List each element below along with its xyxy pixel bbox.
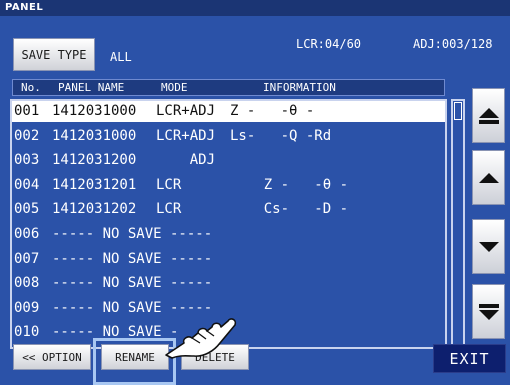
table-row[interactable]: 001 1412031000 LCR+ADJ Z - -θ - — [12, 101, 445, 122]
save-type-value: ALL — [110, 50, 132, 64]
row-mode: LCR — [156, 201, 182, 218]
col-information: INFORMATION — [263, 81, 336, 94]
row-mode: LCR — [156, 176, 182, 193]
exit-button[interactable]: EXIT — [433, 344, 506, 373]
row-no: 002 — [14, 127, 40, 144]
option-button[interactable]: << OPTION — [13, 344, 91, 370]
row-panel-name: ----- NO SAVE ----- — [52, 275, 213, 292]
row-panel-name: 1412031000 — [52, 127, 137, 144]
down-arrow-icon — [478, 241, 499, 252]
col-no: No. — [21, 81, 41, 94]
up-button[interactable] — [472, 150, 505, 205]
page-up-button[interactable] — [472, 88, 505, 143]
row-information: Z - -θ - — [230, 103, 315, 119]
col-panel-name: PANEL NAME — [58, 81, 125, 94]
save-type-button[interactable]: SAVE TYPE — [13, 38, 95, 71]
row-no: 009 — [14, 299, 40, 316]
row-no: 008 — [14, 275, 40, 292]
col-mode: MODE — [161, 81, 188, 94]
table-row[interactable]: 005 1412031202 LCR Cs- -D - — [12, 199, 445, 220]
row-panel-name: 1412031000 — [52, 103, 137, 119]
window-title: PANEL — [0, 0, 510, 16]
row-panel-name: ----- NO SAVE ----- — [52, 250, 213, 267]
column-header: No. PANEL NAME MODE INFORMATION — [12, 79, 445, 96]
double-down-arrow-icon — [478, 303, 499, 320]
panel-screen: SAVE TYPE ALL LCR:04/60 ADJ:003/128 No. … — [0, 16, 510, 385]
pointing-hand-icon — [165, 318, 237, 359]
table-row[interactable]: 004 1412031201 LCR Z - -θ - — [12, 175, 445, 196]
row-panel-name: 1412031200 — [52, 152, 137, 169]
row-information: Ls- -Q -Rd — [230, 127, 332, 144]
row-no: 001 — [14, 103, 40, 119]
row-panel-name: 1412031201 — [52, 176, 137, 193]
scrollbar[interactable] — [451, 99, 465, 349]
row-no: 003 — [14, 152, 40, 169]
row-no: 006 — [14, 226, 40, 242]
table-row[interactable]: 007 ----- NO SAVE ----- — [12, 249, 445, 270]
scroll-thumb[interactable] — [454, 102, 462, 120]
table-row[interactable]: 002 1412031000 LCR+ADJ Ls- -Q -Rd — [12, 126, 445, 147]
row-information: Cs- -D - — [230, 201, 349, 218]
table-row[interactable]: 006 ----- NO SAVE ----- — [12, 224, 445, 245]
table-row[interactable]: 008 ----- NO SAVE ----- — [12, 273, 445, 294]
row-panel-name: ----- NO SAVE ----- — [52, 226, 213, 242]
bottom-bar: << OPTION RENAME DELETE EXIT — [0, 338, 510, 385]
down-button[interactable] — [472, 219, 505, 274]
up-arrow-icon — [478, 172, 499, 183]
row-mode: ADJ — [156, 152, 216, 169]
row-no: 005 — [14, 201, 40, 218]
double-up-arrow-icon — [478, 107, 499, 124]
row-mode: LCR+ADJ — [156, 127, 216, 144]
table-row[interactable]: 003 1412031200 ADJ — [12, 150, 445, 171]
row-panel-name: 1412031202 — [52, 201, 137, 218]
lcr-count: LCR:04/60 — [296, 37, 362, 51]
row-no: 007 — [14, 250, 40, 267]
row-mode: LCR+ADJ — [156, 103, 216, 119]
row-information: Z - -θ - — [230, 176, 349, 193]
page-down-button[interactable] — [472, 284, 505, 339]
adj-count: ADJ:003/128 — [413, 37, 493, 51]
row-no: 004 — [14, 176, 40, 193]
